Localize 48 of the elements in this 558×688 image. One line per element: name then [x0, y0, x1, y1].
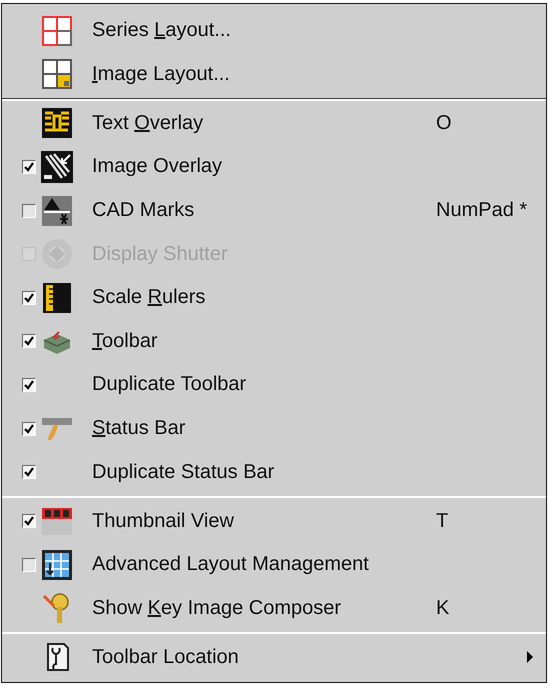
checkbox[interactable]	[22, 558, 36, 572]
menu-item[interactable]: Series Layout...	[2, 9, 546, 53]
table-icon	[40, 548, 74, 582]
checkbox[interactable]	[22, 290, 36, 305]
menu-item-label: Scale Rulers	[92, 286, 206, 310]
menu-item-label: Status Bar	[92, 417, 186, 440]
menu-item-label: Text Overlay	[92, 112, 204, 135]
menu-item-label: Duplicate Status Bar	[92, 460, 276, 484]
grid-icon	[40, 57, 74, 92]
menu-item-label: CAD Marks	[92, 199, 196, 222]
text-block-icon	[40, 106, 74, 140]
menu-item[interactable]: CAD Marks NumPad *	[2, 188, 546, 232]
shortcut-label: O	[436, 112, 452, 134]
menu-item[interactable]: Thumbnail View T	[2, 499, 546, 543]
checkbox[interactable]	[22, 334, 36, 348]
menu-item[interactable]: Toolbar Location	[2, 635, 546, 679]
grid-icon	[40, 14, 74, 48]
checkbox[interactable]	[22, 204, 36, 218]
menu-item[interactable]: Advanced Layout Management	[2, 542, 546, 586]
submenu-arrow-icon	[526, 651, 534, 664]
menu-item[interactable]: Toolbar	[2, 320, 546, 364]
shortcut-label: NumPad *	[436, 199, 528, 222]
arrow-image-icon	[40, 150, 74, 184]
shortcut-label: T	[436, 510, 448, 532]
checkbox[interactable]	[22, 422, 36, 436]
menu-item[interactable]: Scale Rulers	[2, 276, 546, 320]
menu-item[interactable]: Image Overlay	[2, 145, 546, 189]
menu-item[interactable]: Text Overlay O	[2, 102, 546, 146]
ruler-icon	[40, 280, 74, 315]
menu-item-label: Toolbar	[92, 330, 159, 353]
checkbox[interactable]	[22, 160, 36, 174]
menu-item[interactable]: Image Layout...	[2, 52, 546, 96]
menu-item-label: Duplicate Toolbar	[92, 373, 248, 396]
menu-item-label: Thumbnail View	[92, 510, 235, 533]
menu-item-label: Image Layout...	[92, 62, 231, 86]
menu-item-label: Toolbar Location	[92, 646, 240, 669]
checkbox[interactable]	[22, 378, 36, 392]
menu-item-label: Image Overlay	[92, 155, 224, 178]
menu-item[interactable]: Duplicate Status Bar	[2, 450, 546, 494]
menu-item[interactable]: Show Key Image Composer K	[2, 586, 546, 630]
menu-item-label: Show Key Image Composer	[92, 596, 342, 620]
checkbox[interactable]	[22, 514, 36, 528]
menu-item-label: Advanced Layout Management	[92, 553, 370, 576]
checkbox[interactable]	[22, 465, 36, 480]
shortcut-label: K	[436, 596, 450, 619]
menu-item[interactable]: Duplicate Toolbar	[2, 363, 546, 407]
menu-item-label: Series Layout...	[92, 19, 232, 42]
menu-item[interactable]: Status Bar	[2, 406, 546, 450]
